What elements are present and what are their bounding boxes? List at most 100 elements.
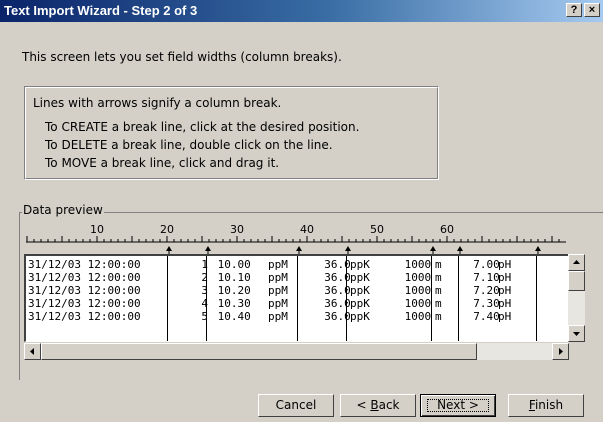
preview-cell: 36.0 (311, 271, 351, 284)
window-title: Text Import Wizard - Step 2 of 3 (4, 3, 198, 18)
intro-text: This screen lets you set field widths (c… (22, 50, 342, 64)
preview-cell: ppM (268, 258, 288, 271)
arrow-up-icon (573, 260, 580, 264)
data-preview-label: Data preview (22, 203, 104, 217)
preview-cell: 36.0 (311, 258, 351, 271)
preview-cell: 1000 (398, 284, 432, 297)
cancel-button[interactable]: Cancel (258, 394, 334, 417)
ruler-label: 50 (370, 223, 384, 236)
preview-cell: 10.30 (211, 297, 251, 310)
scroll-left-button[interactable] (24, 343, 41, 360)
preview-cell: m (435, 310, 442, 323)
preview-cell: m (435, 297, 442, 310)
preview-cell: 1000 (398, 271, 432, 284)
next-button[interactable]: Next > (420, 394, 496, 417)
preview-cell: ppM (268, 310, 288, 323)
preview-cell: ppK (350, 284, 370, 297)
title-bar[interactable]: Text Import Wizard - Step 2 of 3 ? × (0, 0, 603, 22)
instruction-line-1: Lines with arrows signify a column break… (33, 96, 282, 110)
preview-cell: 1000 (398, 258, 432, 271)
preview-cell: 7.40 (460, 310, 500, 323)
preview-cell: 7.10 (460, 271, 500, 284)
instruction-line-4: To MOVE a break line, click and drag it. (45, 156, 280, 170)
scroll-down-button[interactable] (568, 325, 585, 342)
ruler-label: 30 (230, 223, 244, 236)
preview-cell: 1000 (398, 310, 432, 323)
arrow-down-icon (573, 332, 580, 336)
preview-cell: ppK (350, 297, 370, 310)
preview-cell: pH (498, 297, 512, 310)
preview-cell: 36.0 (311, 310, 351, 323)
preview-cell: 10.10 (211, 271, 251, 284)
preview-cell: 31/12/03 12:00:00 (28, 297, 141, 310)
horizontal-scrollbar[interactable] (24, 343, 569, 360)
arrow-left-icon (30, 348, 34, 355)
preview-cell: pH (498, 271, 512, 284)
instruction-line-2: To CREATE a break line, click at the des… (45, 120, 360, 134)
scroll-corner (569, 343, 586, 360)
preview-cell: 7.30 (460, 297, 500, 310)
finish-button[interactable]: Finish (508, 394, 584, 417)
column-break-line[interactable] (431, 256, 432, 341)
preview-cell: ppK (350, 310, 370, 323)
preview-cell: pH (498, 284, 512, 297)
preview-cell: 36.0 (311, 284, 351, 297)
preview-row: 31/12/03 12:00:00 2 10.10 ppM 36.0 ppK 1000… (28, 271, 568, 284)
preview-cell: 31/12/03 12:00:00 (28, 284, 141, 297)
vertical-scroll-thumb[interactable] (568, 271, 585, 291)
scroll-right-button[interactable] (552, 343, 569, 360)
preview-cell: m (435, 258, 442, 271)
column-break-line[interactable] (206, 256, 207, 341)
preview-cell: 4 (201, 297, 208, 310)
preview-cell: m (435, 284, 442, 297)
preview-cell: 10.40 (211, 310, 251, 323)
preview-cell: 3 (201, 284, 208, 297)
preview-cell: pH (498, 258, 512, 271)
scroll-up-button[interactable] (568, 254, 585, 271)
preview-cell: 2 (201, 271, 208, 284)
column-ruler[interactable]: 10 20 30 40 50 60 (26, 222, 566, 254)
preview-row: 31/12/03 12:00:00 1 10.00 ppM 36.0 ppK 1000… (28, 258, 568, 271)
back-accel-key: B (370, 398, 379, 412)
close-button[interactable]: × (584, 3, 600, 17)
preview-cell: 10.20 (211, 284, 251, 297)
focus-rect (427, 399, 489, 412)
preview-cell: 7.00 (460, 258, 500, 271)
preview-cell: 1 (201, 258, 208, 271)
data-preview-grid[interactable]: 31/12/03 12:00:00 1 10.00 ppM 36.0 ppK 1000… (24, 254, 569, 342)
arrow-right-icon (559, 348, 563, 355)
help-button[interactable]: ? (566, 3, 582, 17)
preview-row: 31/12/03 12:00:00 5 10.40 ppM 36.0 ppK 1000… (28, 310, 568, 323)
preview-cell: 10.00 (211, 258, 251, 271)
column-break-line[interactable] (536, 256, 537, 341)
column-break-line[interactable] (346, 256, 347, 341)
preview-cell: 36.0 (311, 297, 351, 310)
ruler-label: 10 (90, 223, 104, 236)
text-import-wizard-dialog: Text Import Wizard - Step 2 of 3 ? × Thi… (0, 0, 603, 422)
preview-cell: 31/12/03 12:00:00 (28, 310, 141, 323)
ruler-label: 60 (440, 223, 454, 236)
preview-cell: ppM (268, 297, 288, 310)
ruler-label: 40 (300, 223, 314, 236)
preview-cell: 31/12/03 12:00:00 (28, 258, 141, 271)
column-break-line[interactable] (297, 256, 298, 341)
preview-cell: 31/12/03 12:00:00 (28, 271, 141, 284)
back-prefix: < (356, 398, 371, 412)
preview-cell: ppM (268, 284, 288, 297)
preview-cell: ppM (268, 271, 288, 284)
preview-cell: ppK (350, 258, 370, 271)
preview-cell: pH (498, 310, 512, 323)
preview-cell: ppK (350, 271, 370, 284)
preview-cell: 7.20 (460, 284, 500, 297)
ruler-label: 20 (160, 223, 174, 236)
back-button[interactable]: < Back (340, 394, 416, 417)
preview-cell: m (435, 271, 442, 284)
preview-cell: 1000 (398, 297, 432, 310)
column-break-line[interactable] (167, 256, 168, 341)
back-rest: ack (378, 398, 400, 412)
preview-cell: 5 (201, 310, 208, 323)
preview-row: 31/12/03 12:00:00 4 10.30 ppM 36.0 ppK 1000… (28, 297, 568, 310)
horizontal-scroll-thumb[interactable] (41, 343, 477, 360)
vertical-scrollbar[interactable] (568, 254, 585, 342)
column-break-line[interactable] (458, 256, 459, 341)
